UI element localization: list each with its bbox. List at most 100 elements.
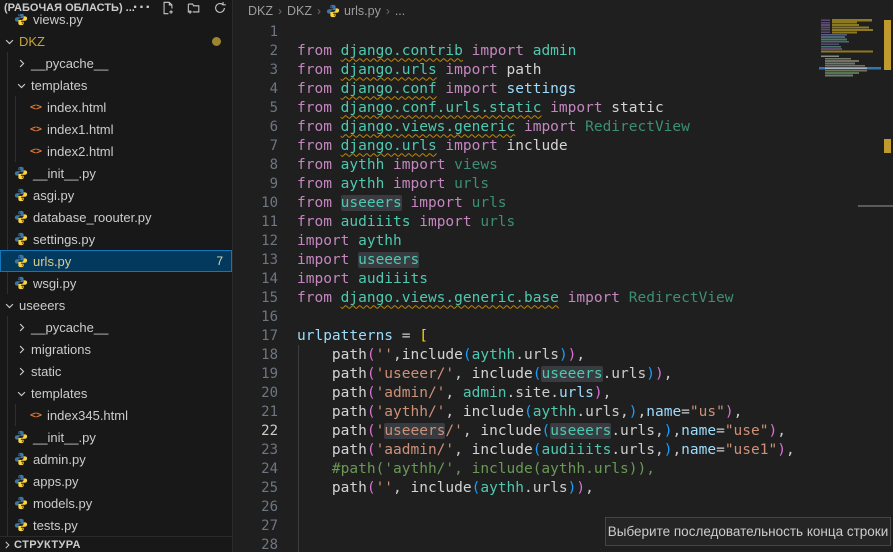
tree-file-wsgi.py[interactable]: wsgi.py — [0, 272, 232, 294]
breadcrumb-item[interactable]: urls.py — [326, 4, 381, 18]
line-number: 7 — [233, 138, 278, 154]
code-line-12[interactable]: 12import aythh — [233, 231, 893, 250]
tree-file-models.py[interactable]: models.py — [0, 492, 232, 514]
chevron-right-icon — [16, 344, 28, 355]
line-number: 16 — [233, 309, 278, 325]
tree-file-apps.py[interactable]: apps.py — [0, 470, 232, 492]
cursor-position-marker — [858, 205, 893, 207]
statusbar-tooltip: Выберите последовательность конца строки — [605, 517, 891, 546]
tree-file-database_roouter.py[interactable]: database_roouter.py — [0, 206, 232, 228]
python-icon — [14, 210, 28, 224]
tree-folder-templates[interactable]: templates — [0, 74, 232, 96]
new-folder-icon[interactable] — [187, 0, 202, 15]
python-icon — [14, 254, 28, 268]
tree-item-label: apps.py — [33, 474, 79, 489]
chevron-right-icon — [16, 366, 28, 377]
line-number: 10 — [233, 195, 278, 211]
vscode-window: views.pyDKZ__pycache__templates<>index.h… — [0, 0, 893, 552]
line-text: from django.urls import path — [297, 62, 541, 78]
workspace-title: (РАБОЧАЯ ОБЛАСТЬ) ... — [4, 2, 135, 14]
tree-file-index345.html[interactable]: <>index345.html — [0, 404, 232, 426]
tree-file-__init__.py[interactable]: __init__.py — [0, 426, 232, 448]
overview-ruler[interactable] — [881, 0, 893, 552]
tree-item-label: urls.py — [33, 254, 71, 269]
code-line-9[interactable]: 9from aythh import urls — [233, 174, 893, 193]
line-number: 4 — [233, 81, 278, 97]
code-line-4[interactable]: 4 from django.conf import settings — [233, 79, 893, 98]
tree-folder-migrations[interactable]: migrations — [0, 338, 232, 360]
outline-title: СТРУКТУРА — [14, 539, 81, 551]
new-file-icon[interactable] — [161, 0, 176, 15]
more-actions-icon[interactable]: ··· — [135, 0, 150, 15]
python-icon — [14, 430, 28, 444]
code-line-11[interactable]: 11 from audiiits import urls — [233, 212, 893, 231]
line-number: 1 — [233, 24, 278, 40]
line-number: 5 — [233, 100, 278, 116]
code-line-17[interactable]: 17urlpatterns = [ — [233, 326, 893, 345]
code-line-8[interactable]: 8from aythh import views — [233, 155, 893, 174]
line-text: import audiiits — [297, 271, 428, 287]
tree-file-index.html[interactable]: <>index.html — [0, 96, 232, 118]
tree-item-label: index1.html — [47, 122, 113, 137]
tree-folder-__pycache__[interactable]: __pycache__ — [0, 316, 232, 338]
tooltip-text: Выберите последовательность конца строки — [608, 524, 889, 539]
tree-folder-DKZ[interactable]: DKZ — [0, 30, 232, 52]
code-line-26[interactable]: 26 — [233, 497, 893, 516]
tree-file-asgi.py[interactable]: asgi.py — [0, 184, 232, 206]
tree-file-tests.py[interactable]: tests.py — [0, 514, 232, 536]
code-line-5[interactable]: 5from django.conf.urls.static import sta… — [233, 98, 893, 117]
code-line-24[interactable]: 24 #path('aythh/', include(aythh.urls)), — [233, 459, 893, 478]
code-line-6[interactable]: 6from django.views.generic import Redire… — [233, 117, 893, 136]
code-line-15[interactable]: 15from django.views.generic.base import … — [233, 288, 893, 307]
code-line-18[interactable]: 18 path('',include(aythh.urls)), — [233, 345, 893, 364]
tree-file-admin.py[interactable]: admin.py — [0, 448, 232, 470]
code-area[interactable]: 12from django.contrib import admin 3 from … — [233, 22, 893, 552]
code-line-21[interactable]: 21 path('aythh/', include(aythh.urls,),n… — [233, 402, 893, 421]
breadcrumb-item[interactable]: ... — [395, 4, 405, 18]
tree-item-label: __init__.py — [33, 430, 96, 445]
code-line-25[interactable]: 25 path('', include(aythh.urls)), — [233, 478, 893, 497]
tree-folder-static[interactable]: static — [0, 360, 232, 382]
breadcrumb-label: DKZ — [248, 4, 273, 18]
outline-section-header[interactable]: СТРУКТУРА — [0, 536, 232, 552]
python-icon — [14, 12, 28, 26]
tree-folder-useeers[interactable]: useeers — [0, 294, 232, 316]
tree-file-index2.html[interactable]: <>index2.html — [0, 140, 232, 162]
tree-file-urls.py[interactable]: urls.py7 — [0, 250, 232, 272]
code-line-7[interactable]: 7from django.urls import include — [233, 136, 893, 155]
breadcrumb-item[interactable]: DKZ — [248, 4, 273, 18]
line-number: 11 — [233, 214, 278, 230]
tree-file-__init__.py[interactable]: __init__.py — [0, 162, 232, 184]
line-number: 3 — [233, 62, 278, 78]
tree-folder-templates[interactable]: templates — [0, 382, 232, 404]
code-line-2[interactable]: 2from django.contrib import admin — [233, 41, 893, 60]
line-text: from audiiits import urls — [297, 214, 515, 230]
code-line-20[interactable]: 20 path('admin/', admin.site.urls), — [233, 383, 893, 402]
tree-file-settings.py[interactable]: settings.py — [0, 228, 232, 250]
line-number: 14 — [233, 271, 278, 287]
breadcrumb: DKZ›DKZ›urls.py›... — [233, 0, 893, 21]
chevron-right-icon — [16, 58, 28, 69]
python-icon — [14, 452, 28, 466]
minimap[interactable] — [819, 17, 881, 230]
tree-item-label: database_roouter.py — [33, 210, 152, 225]
code-line-22[interactable]: 22 path('useeers/', include(useeers.urls… — [233, 421, 893, 440]
refresh-icon[interactable] — [213, 0, 228, 15]
chevron-right-icon — [16, 322, 28, 333]
tree-file-index1.html[interactable]: <> index1.html — [0, 118, 232, 140]
code-line-1[interactable]: 1 — [233, 22, 893, 41]
line-text: from django.views.generic.base import Re… — [297, 290, 734, 306]
tree-folder-__pycache__[interactable]: __pycache__ — [0, 52, 232, 74]
html-icon: <> — [30, 124, 42, 135]
code-line-3[interactable]: 3 from django.urls import path — [233, 60, 893, 79]
code-line-19[interactable]: 19 path('useeer/', include(useeers.urls)… — [233, 364, 893, 383]
breadcrumb-item[interactable]: DKZ — [287, 4, 312, 18]
line-text: from django.conf import settings — [297, 81, 576, 97]
code-line-10[interactable]: 10from useeers import urls — [233, 193, 893, 212]
code-line-23[interactable]: 23 path('aadmin/', include(audiiits.urls… — [233, 440, 893, 459]
tree-item-label: index.html — [47, 100, 106, 115]
line-number: 20 — [233, 385, 278, 401]
code-line-13[interactable]: 13import useeers — [233, 250, 893, 269]
code-line-14[interactable]: 14 import audiiits — [233, 269, 893, 288]
code-line-16[interactable]: 16 — [233, 307, 893, 326]
